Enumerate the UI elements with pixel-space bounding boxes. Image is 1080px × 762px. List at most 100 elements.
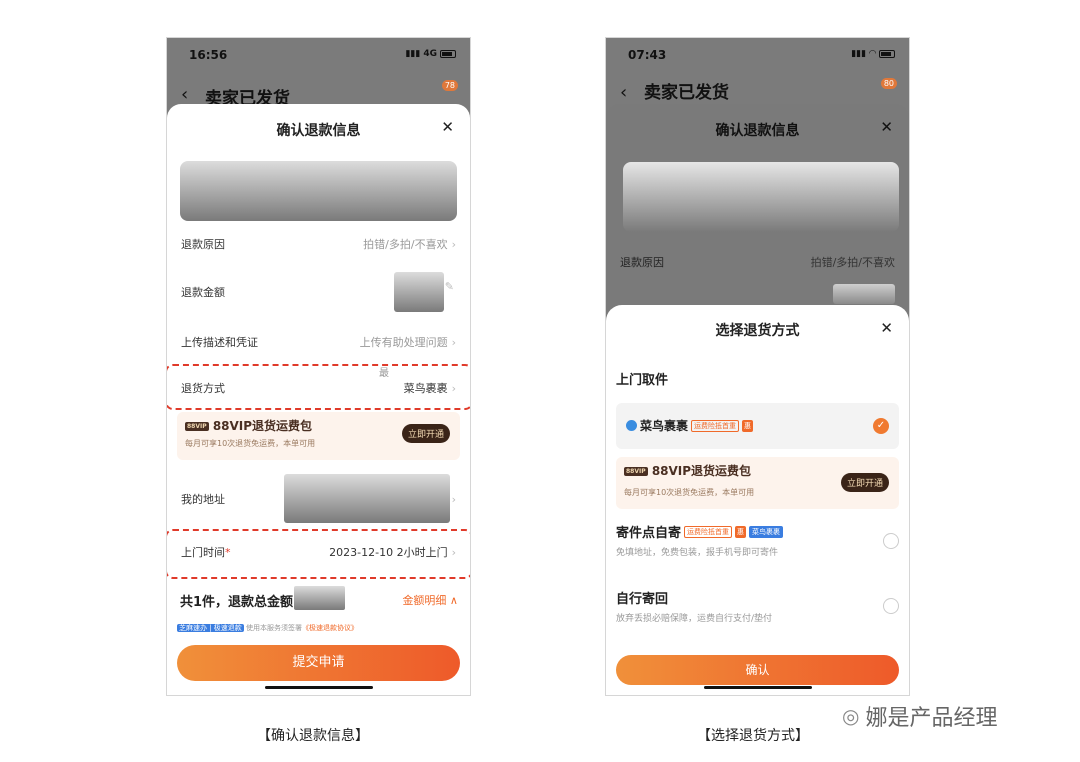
agreement-logo: 芝麻速办 | 极速退款 [177, 624, 244, 632]
home-indicator [703, 686, 812, 689]
row-value: 2023-12-10 2小时上门 [329, 546, 448, 559]
radio-icon[interactable] [883, 533, 899, 549]
watermark-text: 娜是产品经理 [865, 706, 998, 731]
tag-discount: 惠 [742, 419, 754, 432]
status-time: 16:56 [189, 48, 228, 62]
return-method-sheet: 选择退货方式 ✕ 上门取件 菜鸟裹裹 运费险抵首重惠 ✓ 88VIP 88VIP… [606, 305, 909, 695]
row-value: 上传有助处理问题 [359, 336, 448, 349]
product-card-blurred [180, 161, 457, 221]
message-badge[interactable]: 80 [880, 78, 897, 89]
option-cainiao[interactable]: 菜鸟裹裹 运费险抵首重惠 ✓ [616, 403, 899, 449]
row-label-wrap: 上门时间* [181, 544, 231, 560]
watermark: ◎ 娜是产品经理 [842, 700, 997, 732]
status-time: 07:43 [628, 48, 667, 62]
total-amount-blurred [294, 586, 345, 610]
option-title: 菜鸟裹裹 [640, 419, 689, 433]
amount-detail-link[interactable]: 金额明细 ∧ [402, 592, 458, 608]
tag-cainiao: 菜鸟裹裹 [749, 525, 784, 538]
chevron-right-icon: › [451, 546, 456, 559]
agreement-line: 芝麻速办 | 极速退款 使用本服务须签署《极速退款协议》 [177, 623, 358, 633]
row-label: 退款原因 [181, 238, 225, 251]
network-label: 4G [423, 49, 437, 59]
amount-blurred [833, 284, 895, 304]
close-icon[interactable]: ✕ [441, 118, 454, 136]
vip-title: 88VIP退货运费包 [212, 419, 313, 433]
address-blurred [284, 474, 450, 523]
close-icon: ✕ [880, 118, 893, 136]
home-indicator [264, 686, 373, 689]
back-arrow-icon[interactable]: ‹ [181, 84, 188, 105]
vip-tag: 88VIP [185, 422, 209, 431]
section-heading: 上门取件 [616, 373, 669, 388]
vip-title-wrap: 88VIP 88VIP退货运费包 [185, 417, 312, 434]
cainiao-icon [626, 420, 637, 431]
sheet-title: 选择退货方式 [715, 323, 800, 339]
product-card-blurred [623, 162, 899, 232]
agreement-text: 使用本服务须签署 [246, 624, 303, 632]
option-subtitle: 放弃丢损必赔保障，运费自行支付/垫付 [616, 614, 773, 624]
vip-title: 88VIP退货运费包 [651, 464, 752, 478]
signal-icon: ▮▮▮ [405, 49, 421, 59]
amount-blurred [394, 272, 444, 312]
caption-left: 【确认退款信息】 [257, 728, 369, 744]
vip-open-button[interactable]: 立即开通 [401, 424, 450, 443]
tag-insurance: 运费险抵首重 [684, 525, 733, 538]
chevron-right-icon: › [451, 336, 456, 349]
agreement-link[interactable]: 《极速退款协议》 [302, 624, 358, 632]
submit-button[interactable]: 提交申请 [177, 645, 460, 681]
option-title: 自行寄回 [616, 592, 669, 607]
confirm-button[interactable]: 确认 [616, 655, 899, 685]
tag-insurance: 运费险抵首重 [691, 419, 740, 432]
option-dropoff[interactable]: 寄件点自寄 运费险抵首重惠 菜鸟裹裹 免填地址，免费包装，报手机号即可寄件 [616, 517, 899, 571]
status-indicators: ▮▮▮ ◠ [851, 49, 895, 59]
battery-icon [440, 50, 456, 58]
message-badge[interactable]: 78 [441, 80, 458, 91]
option-title-wrap: 寄件点自寄 运费险抵首重惠 菜鸟裹裹 [616, 522, 784, 541]
row-value: 拍错/多拍/不喜欢 [810, 256, 895, 269]
row-value: 拍错/多拍/不喜欢 [363, 238, 448, 251]
pickup-time-row[interactable]: 上门时间* 2023-12-10 2小时上门 › [181, 542, 456, 562]
signal-icon: ▮▮▮ [851, 49, 867, 59]
phone-confirm-refund: 16:56 ▮▮▮ 4G ‹ 卖家已发货 78 确认退款信息 ✕ 退款原因 拍错… [166, 37, 471, 696]
total-label: 共1件，退款总金额 [180, 595, 294, 610]
refund-reason-row[interactable]: 退款原因 拍错/多拍/不喜欢 › [181, 234, 456, 254]
refund-sheet: 确认退款信息 ✕ 退款原因 拍错/多拍/不喜欢 › 退款金额 最 ✎ 上传描述和凭… [167, 104, 470, 695]
return-method-row[interactable]: 退货方式 菜鸟裹裹 › [181, 378, 456, 398]
radio-icon[interactable] [883, 598, 899, 614]
required-mark: * [225, 546, 231, 559]
sheet-title: 确认退款信息 [276, 123, 361, 139]
row-value: 菜鸟裹裹 [403, 382, 448, 395]
page-title: 卖家已发货 [644, 83, 729, 103]
vip-freight-card: 88VIP 88VIP退货运费包 每月可享10次退货免运费，本单可用 立即开通 [616, 457, 899, 509]
vip-subtitle: 每月可享10次退货免运费，本单可用 [185, 439, 316, 448]
chevron-right-icon: › [451, 492, 456, 506]
tag-discount: 惠 [735, 525, 747, 538]
caption-right: 【选择退货方式】 [697, 728, 809, 744]
wifi-icon: ◠ [869, 49, 876, 59]
vip-open-button[interactable]: 立即开通 [840, 473, 889, 492]
vip-tag: 88VIP [624, 467, 648, 476]
back-arrow-icon[interactable]: ‹ [620, 82, 627, 103]
option-self-return[interactable]: 自行寄回 放弃丢损必赔保障，运费自行支付/垫付 [616, 585, 899, 635]
dimmed-reason-row: 退款原因 拍错/多拍/不喜欢 [620, 252, 895, 272]
option-subtitle: 免填地址，免费包装，报手机号即可寄件 [616, 548, 779, 558]
row-label: 我的地址 [181, 493, 225, 506]
chevron-right-icon: › [451, 382, 456, 395]
radio-checked-icon[interactable]: ✓ [873, 418, 889, 434]
vip-subtitle: 每月可享10次退货免运费，本单可用 [624, 488, 755, 497]
chevron-right-icon: › [451, 238, 456, 251]
edit-icon[interactable]: ✎ [445, 280, 454, 293]
dimmed-sheet-title: 确认退款信息 [715, 123, 800, 139]
wechat-icon: ◎ [842, 704, 860, 728]
row-label: 上门时间 [181, 546, 225, 559]
row-label: 上传描述和凭证 [181, 336, 258, 349]
row-label: 退款金额 [181, 286, 225, 299]
vip-freight-card: 88VIP 88VIP退货运费包 每月可享10次退货免运费，本单可用 立即开通 [177, 412, 460, 460]
row-label: 退款原因 [620, 256, 664, 269]
upload-evidence-row[interactable]: 上传描述和凭证 上传有助处理问题 › [181, 332, 456, 352]
vip-title-wrap: 88VIP 88VIP退货运费包 [624, 462, 751, 479]
row-label: 退货方式 [181, 382, 225, 395]
close-icon[interactable]: ✕ [880, 319, 893, 337]
option-title: 寄件点自寄 [616, 526, 682, 541]
status-indicators: ▮▮▮ 4G [405, 49, 456, 59]
